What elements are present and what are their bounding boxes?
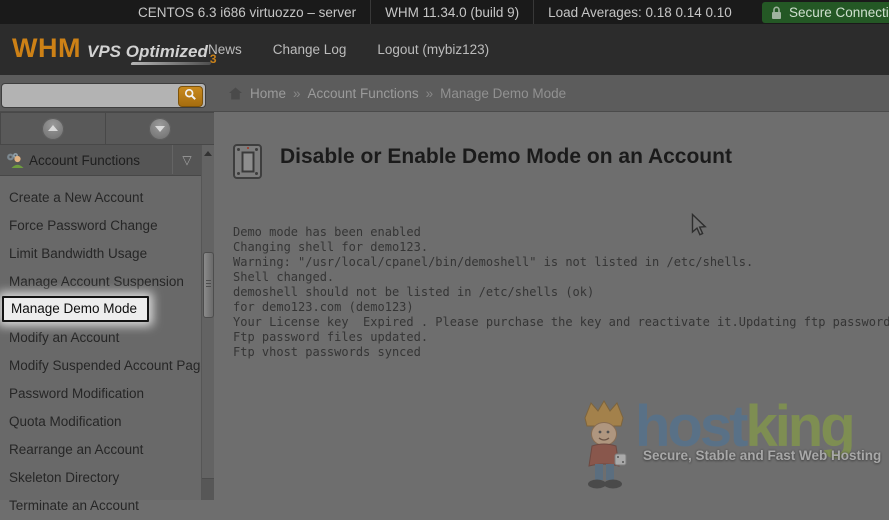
sidebar-item-force-password-change[interactable]: Force Password Change [0,212,201,240]
console-line: Shell changed. [233,270,889,285]
console-output: Demo mode has been enabled Changing shel… [233,225,889,360]
sidebar-menu: Create a New Account Force Password Chan… [0,176,201,520]
nav-bar: WHM VPS Optimized 3 News Change Log Logo… [0,24,889,75]
secure-connection-badge: Secure Connection [762,2,889,23]
sidebar-item-create-a-new-account[interactable]: Create a New Account [0,184,201,212]
nav-link-change-log[interactable]: Change Log [273,42,347,57]
demo-mode-switch-icon [233,144,262,179]
scroll-down-icon [149,118,171,140]
home-icon [228,87,243,100]
sidebar-section-label: Account Functions [29,153,140,168]
brand-king: king [745,394,852,459]
console-line: Warning: "/usr/local/cpanel/bin/demoshel… [233,255,889,270]
main-content: Disable or Enable Demo Mode on an Accoun… [214,112,889,500]
scrollbar-up-icon[interactable] [204,151,212,156]
nav-links: News Change Log Logout (mybiz123) [208,24,489,75]
sidebar-scroll-down-button[interactable] [105,112,215,145]
sidebar-item-skeleton-directory[interactable]: Skeleton Directory [0,464,201,492]
scrollbar-bottom-cap [202,478,214,500]
console-line: Ftp vhost passwords synced [233,345,889,360]
sidebar-scrollbar[interactable] [201,145,214,500]
chevron-down-icon[interactable]: ▽ [172,145,201,174]
sidebar-item-manage-account-suspension[interactable]: Manage Account Suspension [0,268,201,296]
sidebar-item-modify-suspended-account-page[interactable]: Modify Suspended Account Page [0,352,201,380]
nav-link-logout[interactable]: Logout (mybiz123) [377,42,489,57]
sidebar-item-limit-bandwidth-usage[interactable]: Limit Bandwidth Usage [0,240,201,268]
brand-host: host [635,394,745,459]
whm-logo[interactable]: WHM VPS Optimized 3 [12,33,217,65]
console-line: Demo mode has been enabled [233,225,889,240]
brand-tagline: Secure, Stable and Fast Web Hosting [643,448,881,463]
load-averages: Load Averages: 0.18 0.14 0.10 [533,0,746,24]
search-breadcrumb-row: Home » Account Functions » Manage Demo M… [0,75,889,112]
sidebar-section-account-functions[interactable]: Account Functions ▽ [0,145,201,176]
sidebar-scroll-up-button[interactable] [0,112,106,145]
lock-icon [771,6,782,20]
sidebar-search-box [1,83,206,108]
scrollbar-thumb[interactable] [203,252,214,318]
whm-logo-text: WHM [12,33,81,63]
console-line: Changing shell for demo123. [233,240,889,255]
sidebar-item-quota-modification[interactable]: Quota Modification [0,408,201,436]
hostking-logo-text: hostking Secure, Stable and Fast Web Hos… [635,398,881,463]
sidebar: Account Functions ▽ Create a New Account… [0,145,201,500]
server-status-group: CENTOS 6.3 i686 virtuozzo – server WHM 1… [124,0,746,24]
breadcrumb-current-page: Manage Demo Mode [440,86,566,101]
console-line: for demo123.com (demo123) [233,300,889,315]
search-icon [184,88,197,106]
sidebar-item-manage-demo-mode-slot: Manage Demo Mode [0,296,201,324]
logo-underline [130,62,211,65]
server-info: CENTOS 6.3 i686 virtuozzo – server [124,0,370,24]
breadcrumb-account-functions[interactable]: Account Functions [308,86,419,101]
scroll-up-icon [42,118,64,140]
vps-optimized-text: VPS Optimized [87,42,208,65]
console-line: demoshell should not be listed in /etc/s… [233,285,889,300]
top-status-bar: CENTOS 6.3 i686 virtuozzo – server WHM 1… [0,0,889,24]
search-button[interactable] [178,86,203,107]
account-functions-icon [6,152,24,168]
breadcrumb: Home » Account Functions » Manage Demo M… [228,75,566,111]
hostking-mascot-icon [575,398,633,497]
breadcrumb-separator: » [426,86,434,101]
whm-version: WHM 11.34.0 (build 9) [370,0,533,24]
sidebar-item-manage-demo-mode[interactable]: Manage Demo Mode [2,296,149,322]
sidebar-item-terminate-an-account[interactable]: Terminate an Account [0,492,201,520]
page-title: Disable or Enable Demo Mode on an Accoun… [280,145,732,169]
sidebar-item-password-modification[interactable]: Password Modification [0,380,201,408]
search-input[interactable] [7,85,159,108]
console-line: Ftp password files updated. [233,330,889,345]
console-line: Your License key Expired . Please purcha… [233,315,889,330]
nav-link-news[interactable]: News [208,42,242,57]
secure-connection-label: Secure Connection [789,5,889,20]
hostking-watermark: hostking Secure, Stable and Fast Web Hos… [575,398,881,497]
sidebar-item-modify-an-account[interactable]: Modify an Account [0,324,201,352]
breadcrumb-separator: » [293,86,301,101]
breadcrumb-home[interactable]: Home [250,86,286,101]
sidebar-item-rearrange-an-account[interactable]: Rearrange an Account [0,436,201,464]
